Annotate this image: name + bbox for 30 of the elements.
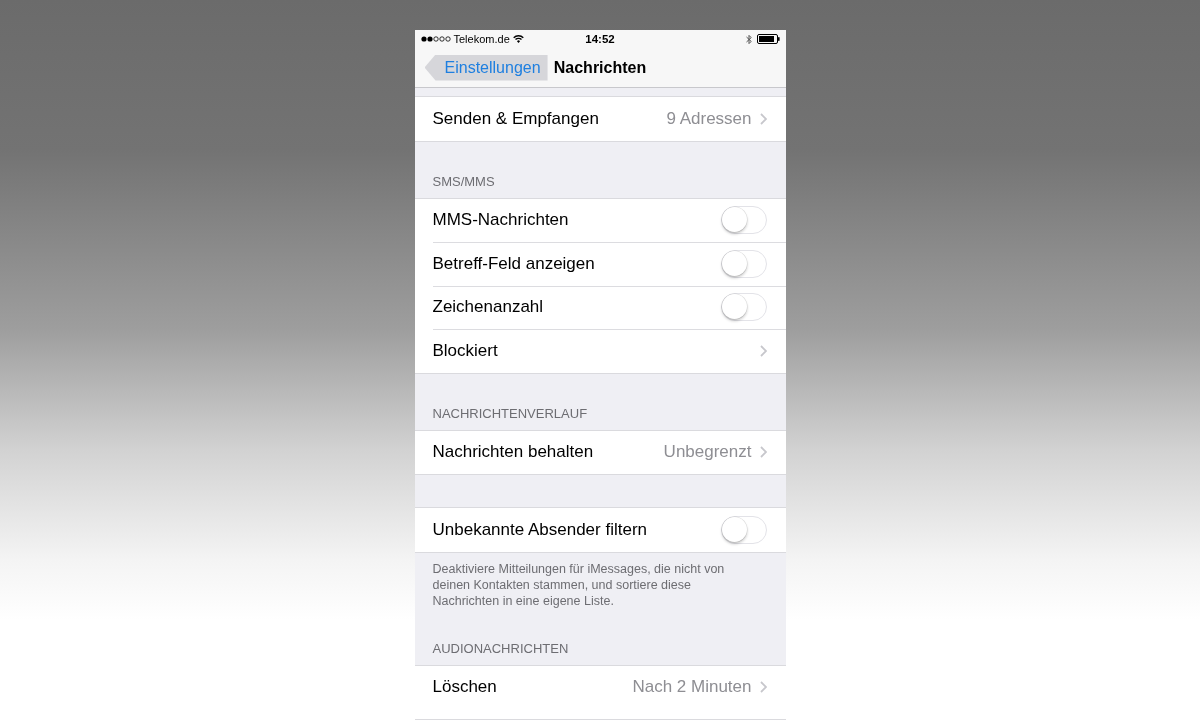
toggle-switch[interactable] [720, 515, 767, 544]
row-label[interactable]: Senden & Empfangen [432, 108, 599, 129]
bluetooth-icon [745, 33, 752, 45]
row-label: Betreff-Feld anzeigen [432, 253, 595, 274]
navigation-title: Nachrichten [553, 58, 647, 77]
row-value: 9 Adressen [666, 108, 752, 129]
status-time: 14:52 [585, 33, 615, 45]
row-value: Unbegrenzt [663, 442, 752, 463]
row-label[interactable]: Blockiert [432, 340, 498, 361]
row-label: Zeichenanzahl [432, 297, 544, 318]
section-header: SMS/MMS [431, 172, 496, 191]
row-label: Unbekannte Absender filtern [432, 519, 648, 540]
carrier-name: Telekom.de [453, 33, 510, 45]
section-header: NACHRICHTENVERLAUF [431, 404, 589, 423]
toggle-switch[interactable] [720, 206, 767, 235]
wifi-icon [512, 35, 524, 43]
row-label[interactable]: Nachrichten behalten [432, 442, 594, 463]
section-header: AUDIONACHRICHTEN [431, 639, 570, 658]
chevron-icon [759, 681, 767, 694]
toggle-switch[interactable] [720, 249, 767, 278]
row-value: Nach 2 Minuten [632, 677, 752, 698]
section-footer: Deaktiviere Mitteilungen für iMessages, die nicht von deinen Kontakten stammen, und sortiere diese Nachrichten in eine eigene Liste. [414, 552, 786, 609]
signal-icon [420, 36, 451, 42]
row-label: MMS-Nachrichten [432, 210, 569, 231]
row-label[interactable]: Löschen [432, 677, 497, 698]
chevron-icon [759, 112, 767, 125]
battery-icon [756, 34, 780, 44]
chevron-icon [759, 344, 767, 357]
toggle-switch[interactable] [720, 293, 767, 322]
chevron-icon [759, 446, 767, 459]
